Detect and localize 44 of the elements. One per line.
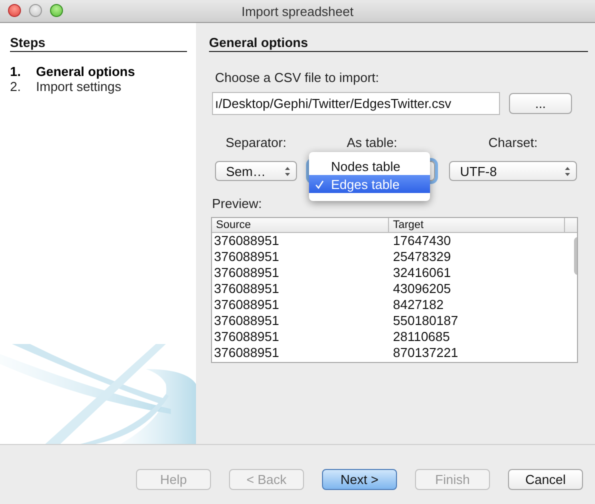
- table-cell-text: 376088951: [213, 265, 280, 281]
- table-cell-text: 376088951: [213, 233, 280, 249]
- window-title: Import spreadsheet: [241, 4, 354, 18]
- menu-item[interactable]: Edges table: [309, 175, 430, 193]
- zoom-icon[interactable]: [50, 4, 63, 17]
- separator-label: Separator:: [226, 135, 286, 150]
- table-cell-text: 376088951: [213, 345, 280, 361]
- table-cell-text: 376088951: [213, 329, 280, 345]
- table-cell-text: 17647430: [392, 233, 452, 249]
- separator-dropdown[interactable]: Sem…: [215, 161, 297, 181]
- step-item: 2. Import settings: [10, 79, 122, 94]
- table-cell-text: 376088951: [213, 281, 280, 297]
- table-cell-text: 376088951: [213, 249, 280, 265]
- menu-item[interactable]: Nodes table: [309, 157, 430, 175]
- file-label: Choose a CSV file to import:: [215, 70, 380, 85]
- checkmark-icon: [315, 180, 324, 188]
- browse-button[interactable]: ...: [509, 93, 572, 114]
- minimize-icon[interactable]: [29, 4, 42, 17]
- section-heading: General options: [209, 33, 588, 52]
- close-icon[interactable]: [8, 4, 21, 17]
- table-cell-text: 43096205: [392, 281, 452, 297]
- stepper-icon: [564, 166, 571, 176]
- charset-dropdown[interactable]: UTF-8: [449, 161, 577, 181]
- step-item: 1. General options: [10, 64, 136, 79]
- table-cell-text: 376088951: [213, 297, 280, 313]
- table-cell-text: 550180187: [392, 313, 460, 329]
- menu-item-label: Edges table: [331, 176, 400, 192]
- preview-label: Preview:: [212, 196, 263, 211]
- file-path-field[interactable]: ı/Desktop/Gephi/Twitter/EdgesTwitter.csv: [212, 92, 500, 115]
- dialog-button[interactable]: Cancel: [508, 469, 583, 490]
- table-cell-text: 28110685: [392, 329, 451, 345]
- column-header[interactable]: Source: [212, 218, 389, 232]
- menu-item-label: Nodes table: [331, 158, 400, 174]
- section-heading: Steps: [10, 33, 187, 52]
- table-cell-text: 25478329: [392, 249, 452, 265]
- dialog-button[interactable]: Next >: [322, 469, 397, 490]
- as-table-label: As table:: [346, 135, 398, 150]
- column-header[interactable]: Target: [389, 218, 565, 232]
- table-cell-text: 32416061: [392, 265, 452, 281]
- stepper-icon: [284, 166, 291, 176]
- table-cell-text: 870137221: [392, 345, 460, 361]
- table-cell-text: 376088951: [213, 313, 280, 329]
- table-cell-text: 8427182: [392, 297, 445, 313]
- charset-label: Charset:: [488, 135, 538, 150]
